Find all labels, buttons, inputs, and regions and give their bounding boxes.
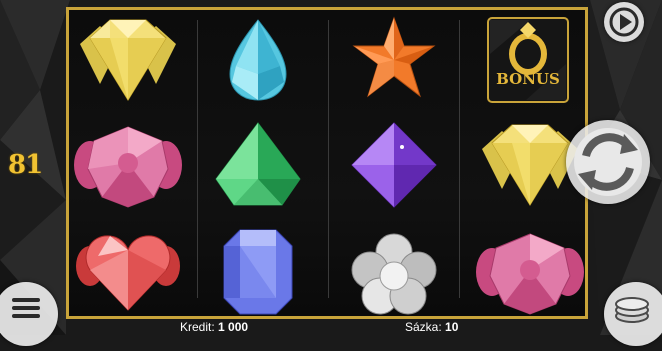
- symbol-pink-gem-cluster: [70, 119, 186, 211]
- symbol-blue-drop-gem: [200, 14, 316, 106]
- symbol-bonus-ring: [470, 14, 586, 106]
- symbol-orange-star-gem: [336, 14, 452, 106]
- bet-coins-button[interactable]: [604, 282, 662, 346]
- status-bar: Kredit: 1 000 Sázka: 10: [0, 319, 662, 335]
- symbol-green-trillion-gem: [200, 119, 316, 211]
- bet-label: Sázka:: [405, 320, 442, 334]
- bet-display: Sázka: 10: [405, 320, 458, 334]
- reel-divider: [197, 20, 198, 298]
- spin-button[interactable]: [566, 120, 650, 204]
- reel-divider: [459, 20, 460, 298]
- play-icon: [609, 7, 639, 37]
- symbol-pink-gem-cluster: [472, 226, 588, 318]
- bonus-label: BONUS: [496, 70, 560, 88]
- credit-label: Kredit:: [180, 320, 215, 334]
- play-button[interactable]: [604, 2, 644, 42]
- hamburger-icon: [12, 298, 40, 318]
- credit-display: Kredit: 1 000: [180, 320, 248, 334]
- reel-divider: [328, 20, 329, 298]
- coin-stack-icon: [615, 297, 649, 323]
- spin-arrows-icon: [574, 128, 642, 196]
- symbol-purple-square-gem: [336, 119, 452, 211]
- symbol-yellow-diamond: [70, 14, 186, 106]
- symbol-silver-flower-gem: [336, 226, 452, 318]
- paylines-counter-left: 81: [8, 150, 43, 180]
- symbol-red-heart-gem: [70, 226, 186, 318]
- menu-button[interactable]: [0, 282, 58, 346]
- bet-value: 10: [445, 320, 459, 334]
- symbol-blue-emerald-cut-gem: [200, 226, 316, 318]
- credit-value: 1 000: [218, 320, 249, 334]
